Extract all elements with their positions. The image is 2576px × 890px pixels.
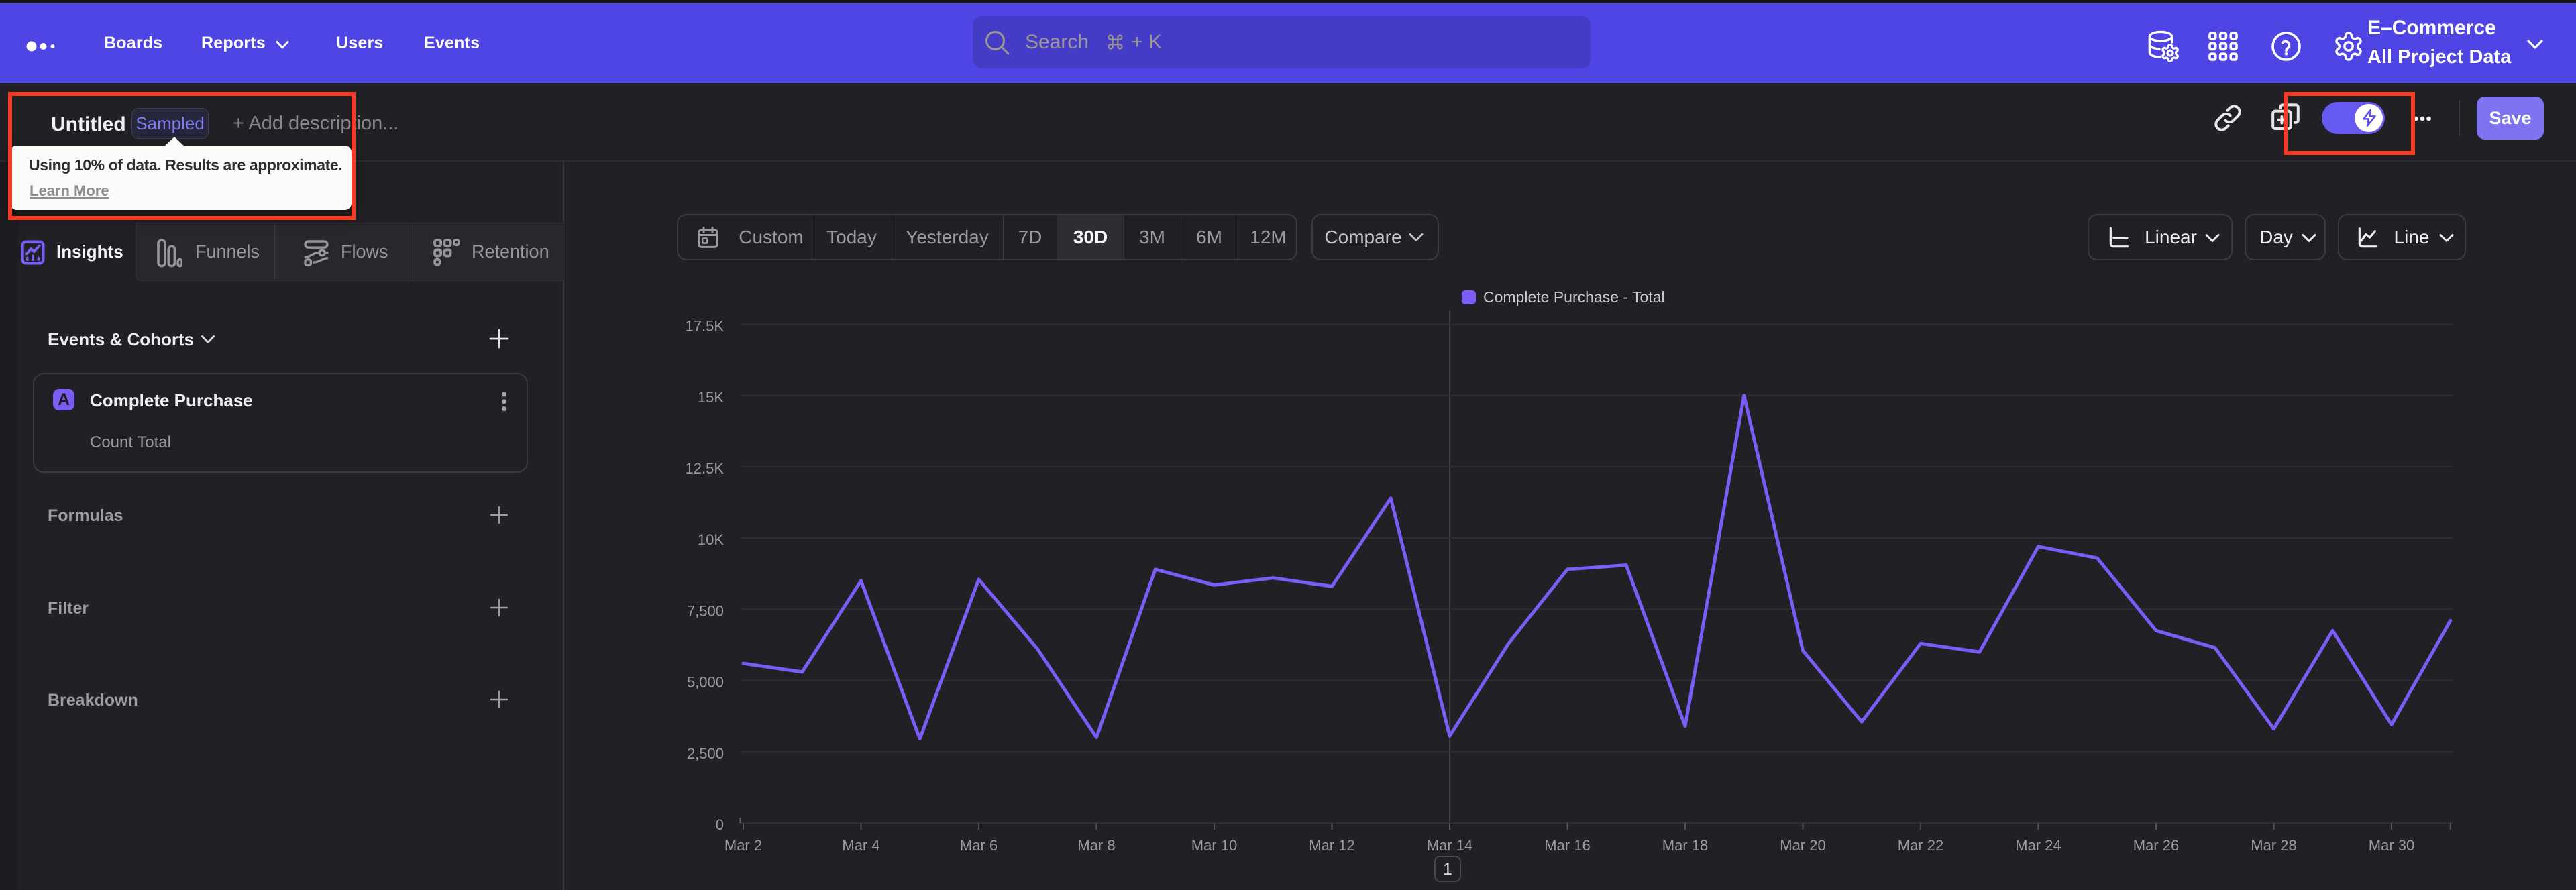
svg-text:Mar 4: Mar 4 — [842, 837, 879, 854]
svg-text:10K: 10K — [698, 531, 724, 548]
svg-text:0: 0 — [716, 816, 724, 833]
svg-text:Mar 24: Mar 24 — [2015, 837, 2061, 854]
svg-text:Mar 20: Mar 20 — [1780, 837, 1825, 854]
svg-text:Mar 16: Mar 16 — [1544, 837, 1590, 854]
svg-text:Mar 6: Mar 6 — [960, 837, 998, 854]
svg-text:Mar 8: Mar 8 — [1077, 837, 1115, 854]
svg-text:Mar 26: Mar 26 — [2133, 837, 2179, 854]
svg-text:Mar 30: Mar 30 — [2369, 837, 2414, 854]
svg-text:7,500: 7,500 — [687, 602, 724, 619]
svg-text:17.5K: 17.5K — [686, 318, 724, 335]
svg-text:2,500: 2,500 — [687, 745, 724, 762]
svg-text:Mar 14: Mar 14 — [1427, 837, 1472, 854]
svg-text:15K: 15K — [698, 389, 724, 406]
svg-text:5,000: 5,000 — [687, 674, 724, 691]
svg-text:Mar 2: Mar 2 — [724, 837, 762, 854]
svg-text:Mar 12: Mar 12 — [1309, 837, 1354, 854]
svg-text:Mar 28: Mar 28 — [2251, 837, 2296, 854]
svg-text:12.5K: 12.5K — [686, 460, 724, 477]
svg-text:Mar 10: Mar 10 — [1191, 837, 1237, 854]
svg-text:Mar 18: Mar 18 — [1662, 837, 1708, 854]
svg-text:Mar 22: Mar 22 — [1898, 837, 1943, 854]
